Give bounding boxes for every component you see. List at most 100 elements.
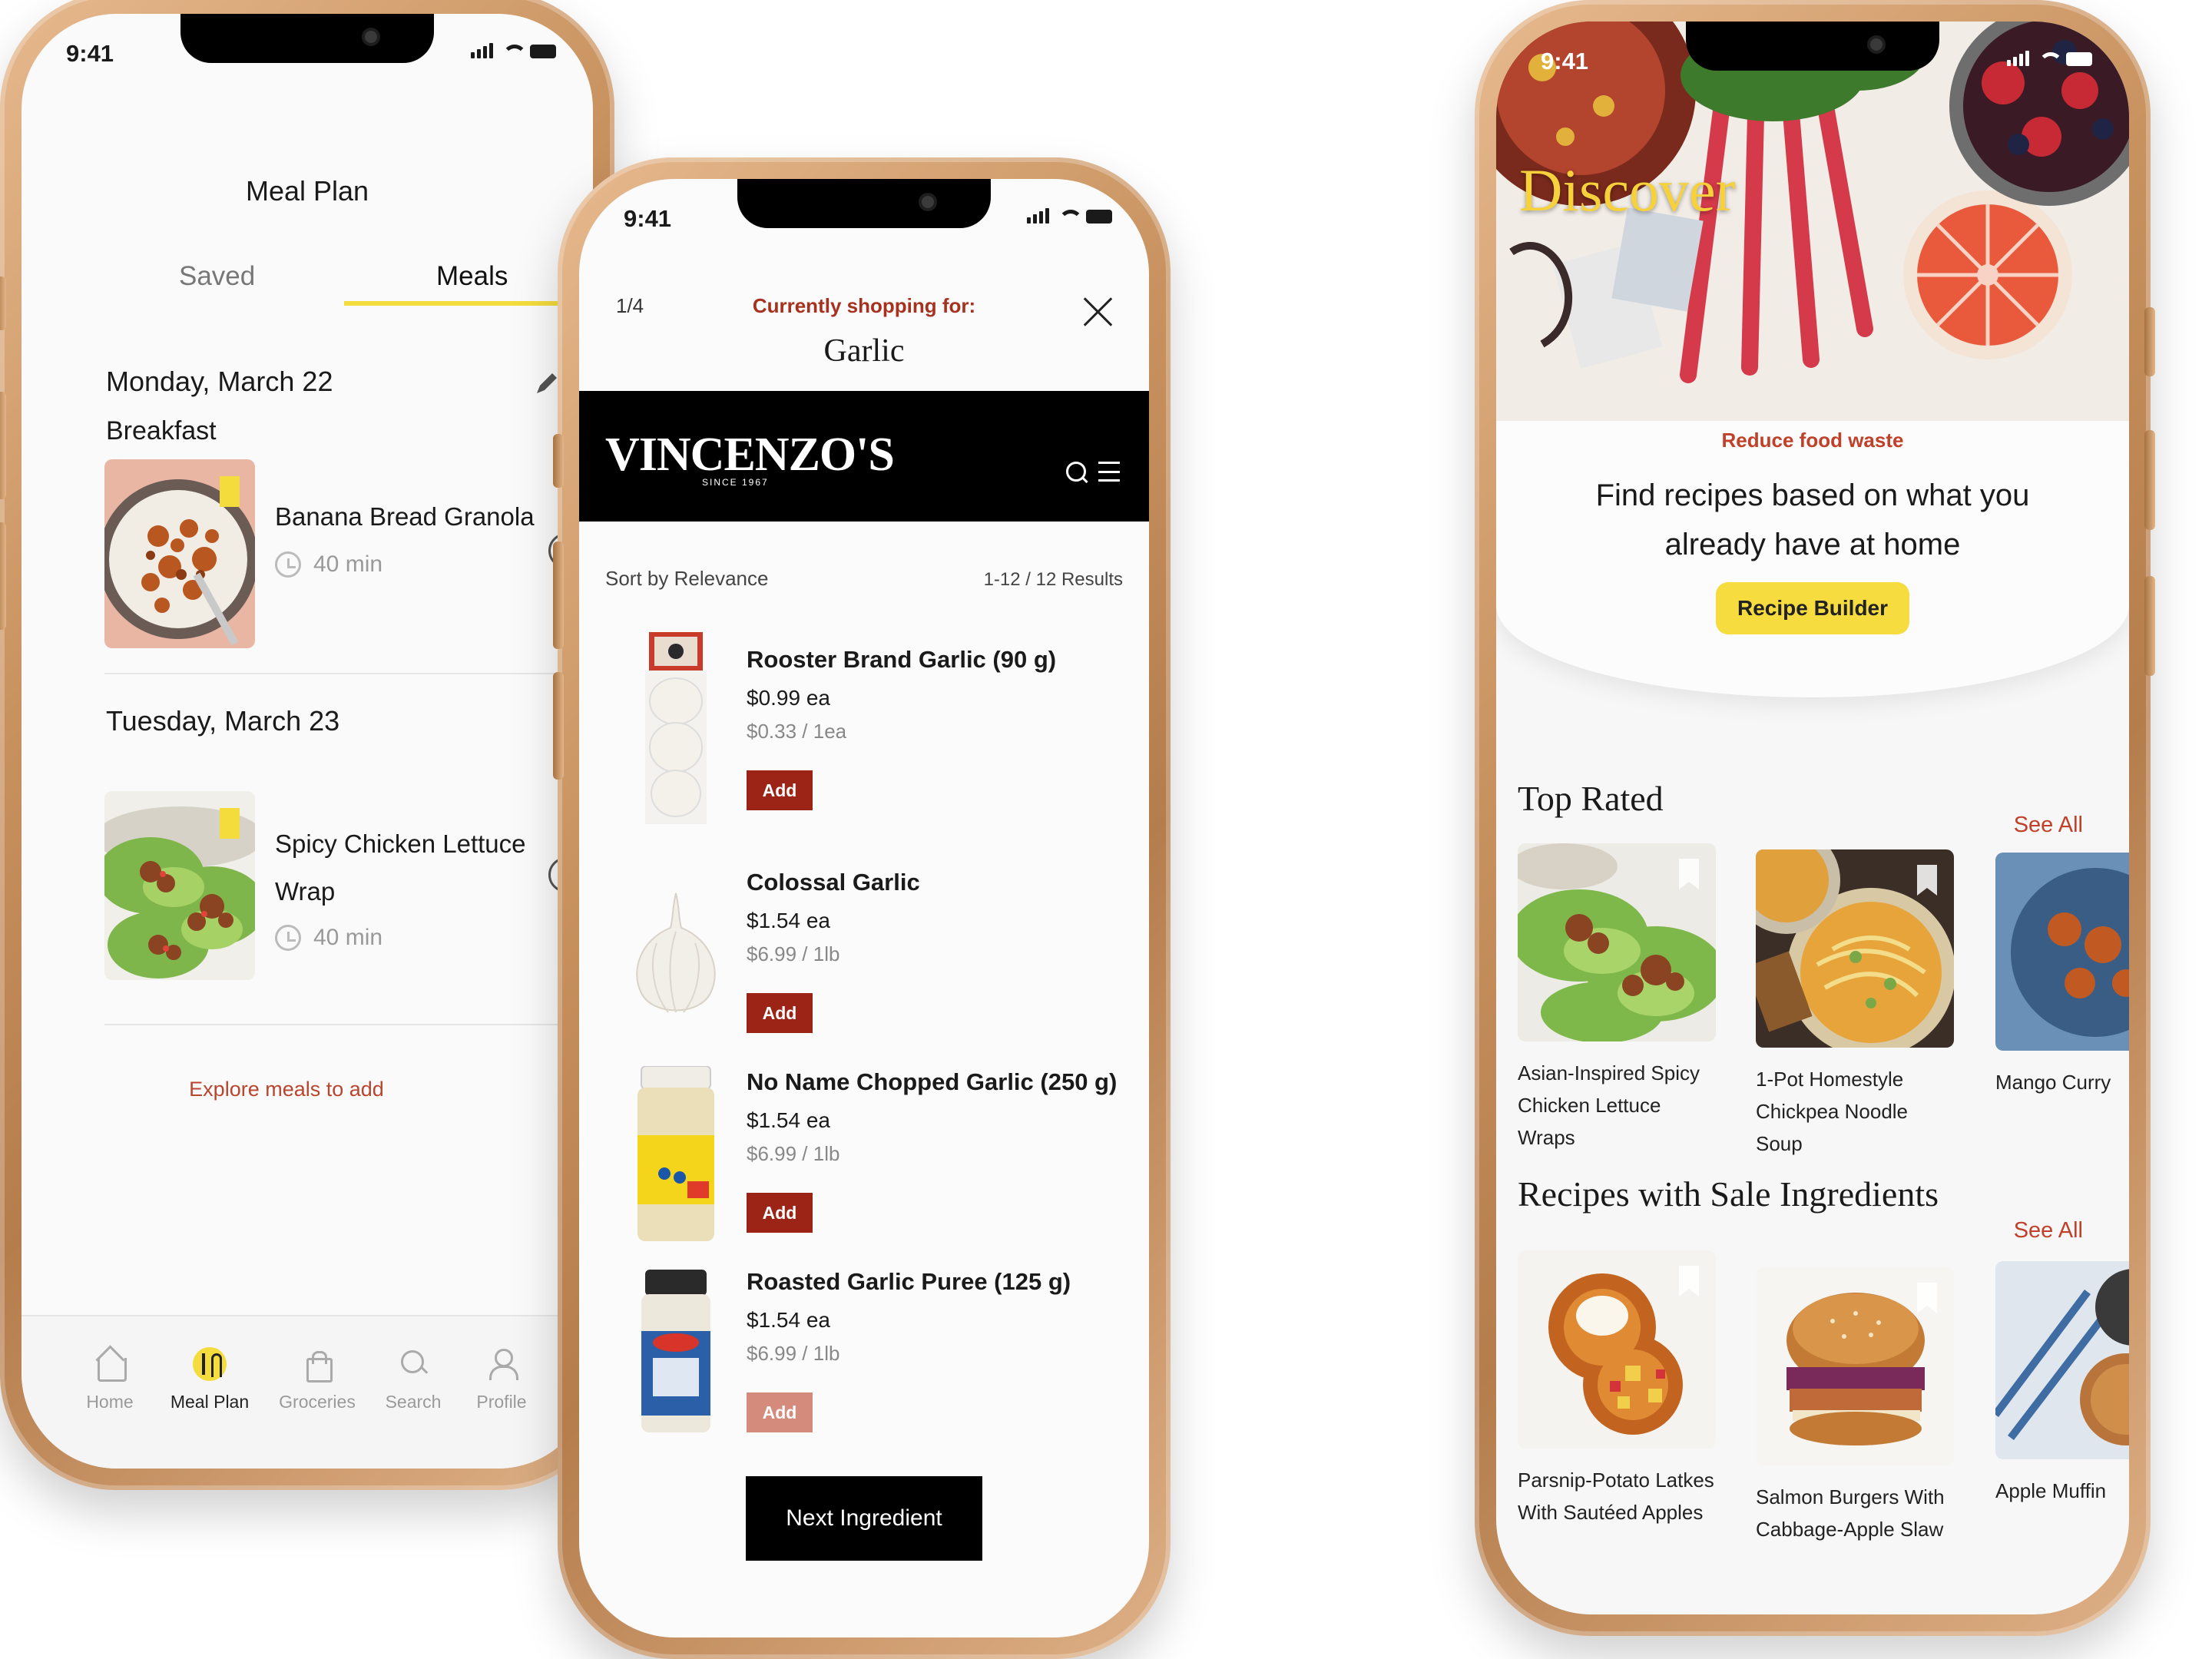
recipe-card-title: Salmon Burgers With Cabbage-Apple Slaw <box>1756 1485 1945 1541</box>
close-icon[interactable] <box>1081 294 1115 328</box>
recipe-card[interactable]: Asian-Inspired Spicy Chicken Lettuce Wra… <box>1518 843 1716 1154</box>
recipe-card[interactable]: 1-Pot Homestyle Chickpea Noodle Soup <box>1756 849 1954 1160</box>
product-name[interactable]: Roasted Garlic Puree (125 g) <box>747 1268 1071 1296</box>
see-all-link[interactable]: See All <box>2014 813 2083 838</box>
product-row: No Name Chopped Garlic (250 g) $1.54 ea … <box>579 1055 1149 1285</box>
recipe-builder-button[interactable]: Recipe Builder <box>1715 582 1910 634</box>
nav-groceries[interactable]: Groceries <box>267 1347 367 1412</box>
status-time: 9:41 <box>1541 48 1589 75</box>
search-icon[interactable] <box>1066 462 1088 483</box>
recipe-card[interactable]: Apple Muffin <box>1995 1261 2129 1507</box>
nav-label: Home <box>86 1392 134 1412</box>
page-title: Meal Plan <box>245 175 369 207</box>
clock-icon <box>275 925 301 951</box>
product-row: Colossal Garlic $1.54 ea $6.99 / 1lb Add <box>579 855 1149 1085</box>
side-button <box>2144 430 2155 530</box>
next-ingredient-button[interactable]: Next Ingredient <box>746 1476 982 1561</box>
tab-meals[interactable]: Meals <box>436 261 508 292</box>
nav-search[interactable]: Search <box>363 1347 463 1412</box>
status-bar: 9:41 <box>22 40 593 78</box>
grocery-screen: 9:41 1/4 Currently shopping for: Garlic … <box>579 179 1149 1637</box>
recipe-card[interactable]: Salmon Burgers With Cabbage-Apple Slaw <box>1756 1267 1954 1545</box>
add-to-cart-button[interactable]: Add <box>747 770 813 810</box>
product-name[interactable]: Colossal Garlic <box>747 869 920 896</box>
recipe-image <box>1756 1267 1954 1465</box>
bottom-nav: Home Meal Plan Groceries Search Profile <box>22 1315 593 1469</box>
cook-time: 40 min <box>313 925 383 950</box>
product-price: $1.54 ea <box>747 1308 830 1332</box>
meal-plan-tabs: Saved Meals <box>22 244 593 306</box>
recipe-thumbnail[interactable] <box>104 459 255 648</box>
menu-icon[interactable] <box>1098 462 1120 482</box>
product-unit-price: $6.99 / 1lb <box>747 942 840 965</box>
search-icon <box>398 1347 429 1381</box>
active-tab-indicator <box>344 301 590 306</box>
divider <box>104 673 593 674</box>
wifi-icon <box>2037 51 2063 66</box>
recipe-title[interactable]: Spicy Chicken Lettuce Wrap <box>275 820 536 916</box>
day-heading: Tuesday, March 23 <box>106 705 340 737</box>
saved-bookmark-icon <box>220 476 240 507</box>
see-all-link[interactable]: See All <box>2014 1218 2083 1243</box>
wifi-icon <box>1057 208 1083 224</box>
recipe-thumbnail[interactable] <box>104 791 255 980</box>
product-price: $0.99 ea <box>747 686 830 710</box>
add-to-cart-button[interactable]: Add <box>747 1193 813 1233</box>
recipe-image <box>1995 1261 2129 1459</box>
nav-label: Groceries <box>279 1392 356 1412</box>
recipe-image <box>1995 853 2129 1051</box>
add-to-cart-button[interactable]: Add <box>747 1392 813 1432</box>
recipe-card-title: 1-Pot Homestyle Chickpea Noodle Soup <box>1756 1068 1909 1155</box>
page-title: Discover <box>1519 157 1736 224</box>
phone-grocery: 9:41 1/4 Currently shopping for: Garlic … <box>553 157 1171 1659</box>
product-image <box>622 1254 730 1454</box>
recipe-title[interactable]: Banana Bread Granola <box>275 493 536 541</box>
nav-home[interactable]: Home <box>60 1347 160 1412</box>
side-button <box>2144 307 2155 376</box>
recipe-card[interactable]: Parsnip-Potato Latkes With Sautéed Apple… <box>1518 1250 1716 1528</box>
section-title: Recipes with Sale Ingredients <box>1518 1174 1939 1214</box>
phone-discover: 9:41 Discover Reduce food waste Find rec… <box>1475 0 2155 1636</box>
wifi-icon <box>501 43 527 58</box>
product-price: $1.54 ea <box>747 1108 830 1132</box>
recipe-card-title: Parsnip-Potato Latkes With Sautéed Apple… <box>1518 1469 1714 1524</box>
volume-down-button <box>0 522 6 630</box>
store-since: SINCE 1967 <box>702 477 769 488</box>
product-unit-price: $6.99 / 1lb <box>747 1142 840 1165</box>
volume-down-button <box>553 672 564 780</box>
status-bar: 9:41 <box>579 205 1149 243</box>
tab-saved[interactable]: Saved <box>179 261 255 292</box>
clock-icon <box>275 551 301 578</box>
product-unit-price: $6.99 / 1lb <box>747 1342 840 1365</box>
mute-switch <box>0 276 6 330</box>
explore-meals-link[interactable]: Explore meals to add <box>22 1078 551 1101</box>
nav-label: Profile <box>476 1392 527 1412</box>
signal-icon <box>1027 208 1049 224</box>
product-row: Roasted Garlic Puree (125 g) $1.54 ea $6… <box>579 1254 1149 1485</box>
saved-bookmark-icon <box>220 808 240 839</box>
shopping-bag-icon <box>302 1347 333 1382</box>
product-image <box>622 632 730 832</box>
recipe-image <box>1518 1250 1716 1449</box>
recipe-card-title: Apple Muffin <box>1995 1479 2107 1502</box>
nav-meal-plan[interactable]: Meal Plan <box>160 1347 260 1412</box>
product-image <box>622 1055 730 1254</box>
nav-profile[interactable]: Profile <box>452 1347 551 1412</box>
discover-screen: 9:41 Discover Reduce food waste Find rec… <box>1496 22 2129 1614</box>
meal-plan-screen: 9:41 Meal Plan Saved Meals Monday, March… <box>22 14 593 1469</box>
recipe-image <box>1518 843 1716 1041</box>
home-icon <box>94 1347 127 1382</box>
sort-dropdown[interactable]: Sort by Relevance <box>605 567 768 591</box>
divider <box>104 1024 593 1025</box>
hero-banner: 9:41 Discover Reduce food waste Find rec… <box>1496 22 2129 697</box>
side-button <box>2144 576 2155 676</box>
day-heading: Monday, March 22 <box>106 366 333 397</box>
add-to-cart-button[interactable]: Add <box>747 993 813 1033</box>
results-count: 1-12 / 12 Results <box>983 569 1123 590</box>
phone-meal-plan: 9:41 Meal Plan Saved Meals Monday, March… <box>0 0 614 1490</box>
product-name[interactable]: Rooster Brand Garlic (90 g) <box>747 646 1056 674</box>
signal-icon <box>2007 51 2029 66</box>
recipe-card[interactable]: Mango Curry <box>1995 853 2129 1098</box>
meal-type-label: Breakfast <box>106 416 217 445</box>
product-name[interactable]: No Name Chopped Garlic (250 g) <box>747 1068 1117 1096</box>
